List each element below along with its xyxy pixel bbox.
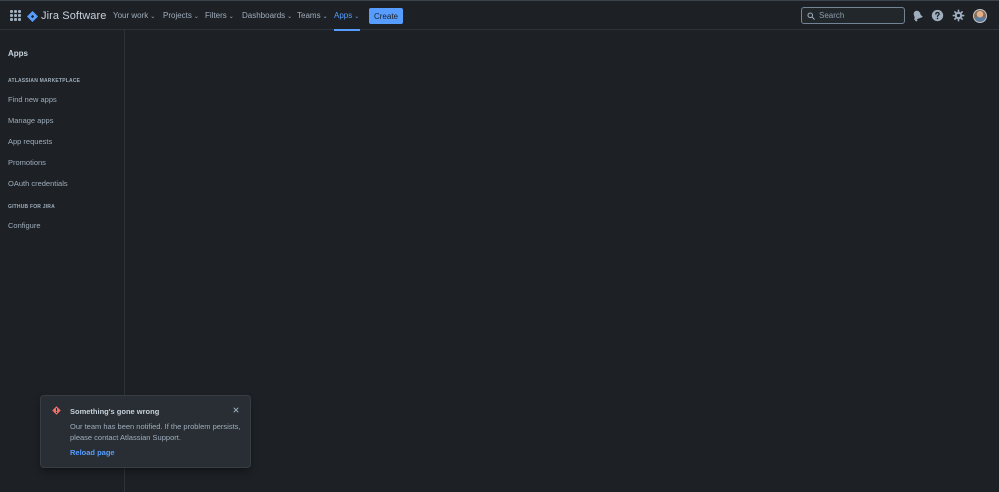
close-icon[interactable] xyxy=(232,406,240,414)
jira-logo[interactable]: Jira Software xyxy=(27,8,107,24)
sidebar-item-find-new-apps[interactable]: Find new apps xyxy=(8,95,57,104)
nav-projects[interactable]: Projects ⌄ xyxy=(163,1,199,30)
section-heading-atlassian-marketplace: ATLASSIAN MARKETPLACE xyxy=(8,78,81,84)
nav-your-work-label: Your work xyxy=(113,11,149,20)
nav-teams-label: Teams xyxy=(297,11,321,20)
help-icon[interactable] xyxy=(931,9,944,22)
sidebar-title: Apps xyxy=(8,49,28,58)
nav-dashboards[interactable]: Dashboards ⌄ xyxy=(242,1,292,30)
search-icon xyxy=(807,12,815,20)
error-flag: Something's gone wrong Our team has been… xyxy=(41,396,250,467)
sidebar-item-manage-apps[interactable]: Manage apps xyxy=(8,116,53,125)
search-input[interactable] xyxy=(819,11,899,20)
product-name: Jira Software xyxy=(41,10,107,22)
chevron-down-icon: ⌄ xyxy=(354,14,360,20)
notifications-icon[interactable] xyxy=(911,9,924,22)
nav-projects-label: Projects xyxy=(163,11,192,20)
search-box[interactable] xyxy=(801,7,905,24)
nav-apps-label: Apps xyxy=(334,11,353,20)
sidebar-item-oauth-credentials[interactable]: OAuth credentials xyxy=(8,179,68,188)
reload-page-link[interactable]: Reload page xyxy=(70,448,115,457)
chevron-down-icon: ⌄ xyxy=(150,14,156,20)
sidebar-item-app-requests[interactable]: App requests xyxy=(8,137,52,146)
sidebar-item-configure[interactable]: Configure xyxy=(8,221,41,230)
app-switcher-icon[interactable] xyxy=(10,10,21,21)
nav-apps[interactable]: Apps ⌄ xyxy=(334,1,361,31)
error-flag-title: Something's gone wrong xyxy=(70,407,160,416)
error-icon xyxy=(52,406,61,415)
chevron-down-icon: ⌄ xyxy=(322,14,328,20)
chevron-down-icon: ⌄ xyxy=(193,14,199,20)
jira-logo-icon xyxy=(27,10,38,22)
nav-filters[interactable]: Filters ⌄ xyxy=(205,1,234,30)
settings-icon[interactable] xyxy=(952,9,965,22)
nav-teams[interactable]: Teams ⌄ xyxy=(297,1,328,30)
user-avatar[interactable] xyxy=(973,9,987,23)
chevron-down-icon: ⌄ xyxy=(228,14,234,20)
main-content xyxy=(125,30,999,492)
nav-dashboards-label: Dashboards xyxy=(242,11,286,20)
nav-filters-label: Filters xyxy=(205,11,227,20)
top-navigation: Jira Software Your work ⌄ Projects ⌄ Filte… xyxy=(0,0,999,31)
sidebar-item-promotions[interactable]: Promotions xyxy=(8,158,46,167)
nav-your-work[interactable]: Your work ⌄ xyxy=(113,1,155,30)
chevron-down-icon: ⌄ xyxy=(287,14,293,20)
create-button[interactable]: Create xyxy=(369,8,403,24)
section-heading-github-for-jira: GITHUB FOR JIRA xyxy=(8,204,55,210)
error-flag-message: Our team has been notified. If the probl… xyxy=(70,422,241,442)
